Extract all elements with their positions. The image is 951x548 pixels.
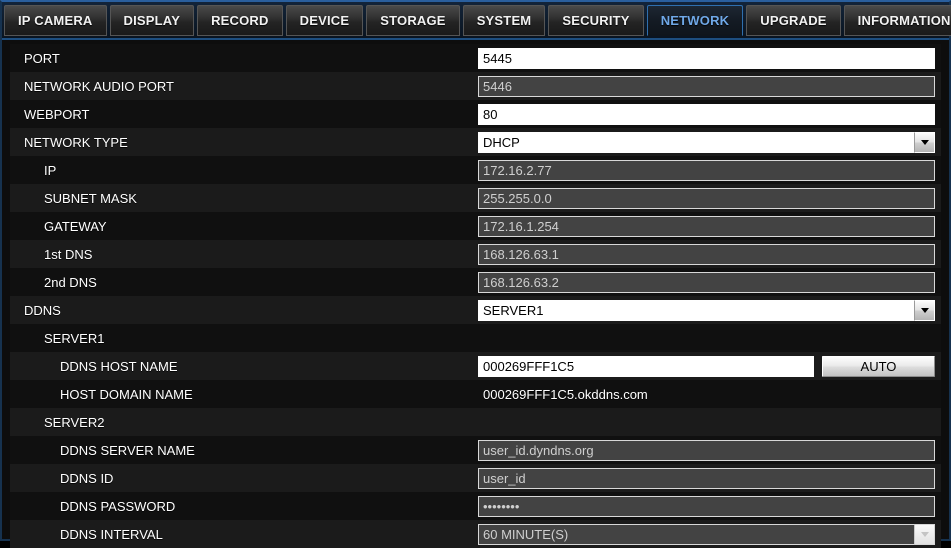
row-server1: SERVER1 — [10, 324, 941, 352]
control-cell — [478, 271, 941, 293]
label-network-type: NETWORK TYPE — [24, 134, 128, 150]
control-cell: 60 MINUTE(S) — [478, 523, 941, 545]
tab-upgrade[interactable]: UPGRADE — [746, 5, 841, 36]
input-ddns-id — [478, 467, 935, 489]
input-ddns-host-name[interactable] — [478, 355, 814, 377]
row-ddns: DDNS SERVER1 — [10, 296, 941, 324]
control-cell — [478, 467, 941, 489]
row-port: PORT — [10, 44, 941, 72]
row-1st-dns: 1st DNS — [10, 240, 941, 268]
input-ddns-password — [478, 495, 935, 517]
row-server2: SERVER2 — [10, 408, 941, 436]
control-cell — [478, 75, 941, 97]
label-ddns: DDNS — [24, 302, 61, 318]
dropdown-ddns[interactable]: SERVER1 — [478, 299, 935, 321]
chevron-down-glyph — [920, 307, 929, 313]
network-settings-form: PORT NETWORK AUDIO PORT WEBPORT NETWORK TYP… — [2, 40, 949, 548]
chevron-down-glyph — [920, 531, 929, 537]
chevron-down-glyph — [920, 139, 929, 145]
input-webport[interactable] — [478, 103, 935, 125]
tab-display[interactable]: DISPLAY — [109, 5, 195, 36]
tab-security[interactable]: SECURITY — [548, 5, 644, 36]
row-gateway: GATEWAY — [10, 212, 941, 240]
control-cell: AUTO — [478, 355, 941, 377]
tab-information[interactable]: INFORMATION — [843, 5, 951, 36]
control-cell: SERVER1 — [478, 299, 941, 321]
label-server1: SERVER1 — [44, 330, 105, 346]
dropdown-value: 60 MINUTE(S) — [478, 523, 914, 545]
control-cell — [478, 495, 941, 517]
tab-storage[interactable]: STORAGE — [366, 5, 460, 36]
row-webport: WEBPORT — [10, 100, 941, 128]
control-cell — [478, 47, 941, 69]
label-ddns-id: DDNS ID — [60, 470, 114, 486]
control-cell: DHCP — [478, 131, 941, 153]
network-settings-window: IP CAMERA DISPLAY RECORD DEVICE STORAGE SYSTE… — [0, 0, 951, 548]
row-ip: IP — [10, 156, 941, 184]
row-ddns-interval: DDNS INTERVAL 60 MINUTE(S) — [10, 520, 941, 548]
main-tab-bar: IP CAMERA DISPLAY RECORD DEVICE STORAGE SYSTE… — [2, 2, 951, 40]
row-network-type: NETWORK TYPE DHCP — [10, 128, 941, 156]
input-ddns-server-name — [478, 439, 935, 461]
label-webport: WEBPORT — [24, 106, 90, 122]
chevron-down-icon[interactable] — [914, 131, 935, 153]
tab-device[interactable]: DEVICE — [285, 5, 364, 36]
dropdown-network-type[interactable]: DHCP — [478, 131, 935, 153]
control-cell — [478, 103, 941, 125]
row-ddns-id: DDNS ID — [10, 464, 941, 492]
input-2nd-dns — [478, 271, 935, 293]
label-ddns-host-name: DDNS HOST NAME — [60, 358, 178, 374]
input-subnet-mask — [478, 187, 935, 209]
tab-network[interactable]: NETWORK — [646, 5, 744, 36]
dropdown-ddns-interval: 60 MINUTE(S) — [478, 523, 935, 545]
row-subnet-mask: SUBNET MASK — [10, 184, 941, 212]
control-cell — [478, 159, 941, 181]
label-2nd-dns: 2nd DNS — [44, 274, 97, 290]
input-ip — [478, 159, 935, 181]
input-gateway — [478, 215, 935, 237]
label-ddns-password: DDNS PASSWORD — [60, 498, 176, 514]
label-network-audio-port: NETWORK AUDIO PORT — [24, 78, 174, 94]
tab-record[interactable]: RECORD — [197, 5, 283, 36]
label-port: PORT — [24, 50, 60, 66]
auto-button[interactable]: AUTO — [822, 355, 935, 377]
input-port[interactable] — [478, 47, 935, 69]
row-2nd-dns: 2nd DNS — [10, 268, 941, 296]
row-ddns-server-name: DDNS SERVER NAME — [10, 436, 941, 464]
row-network-audio-port: NETWORK AUDIO PORT — [10, 72, 941, 100]
row-host-domain-name: HOST DOMAIN NAME 000269FFF1C5.okddns.com — [10, 380, 941, 408]
label-server2: SERVER2 — [44, 414, 105, 430]
dropdown-value: SERVER1 — [478, 299, 914, 321]
label-host-domain-name: HOST DOMAIN NAME — [60, 386, 193, 402]
label-ip: IP — [44, 162, 57, 178]
control-cell — [478, 215, 941, 237]
row-ddns-password: DDNS PASSWORD — [10, 492, 941, 520]
tab-system[interactable]: SYSTEM — [462, 5, 546, 36]
label-ddns-server-name: DDNS SERVER NAME — [60, 442, 195, 458]
label-1st-dns: 1st DNS — [44, 246, 93, 262]
row-ddns-host-name: DDNS HOST NAME AUTO — [10, 352, 941, 380]
input-1st-dns — [478, 243, 935, 265]
control-cell — [478, 439, 941, 461]
label-gateway: GATEWAY — [44, 218, 107, 234]
label-ddns-interval: DDNS INTERVAL — [60, 526, 163, 542]
label-subnet-mask: SUBNET MASK — [44, 190, 137, 206]
chevron-down-icon — [914, 523, 935, 545]
dropdown-value: DHCP — [478, 131, 914, 153]
control-cell: 000269FFF1C5.okddns.com — [478, 387, 941, 402]
tab-ip-camera[interactable]: IP CAMERA — [4, 5, 107, 36]
control-cell — [478, 187, 941, 209]
control-cell — [478, 243, 941, 265]
value-host-domain-name: 000269FFF1C5.okddns.com — [483, 386, 648, 402]
input-network-audio-port — [478, 75, 935, 97]
chevron-down-icon[interactable] — [914, 299, 935, 321]
